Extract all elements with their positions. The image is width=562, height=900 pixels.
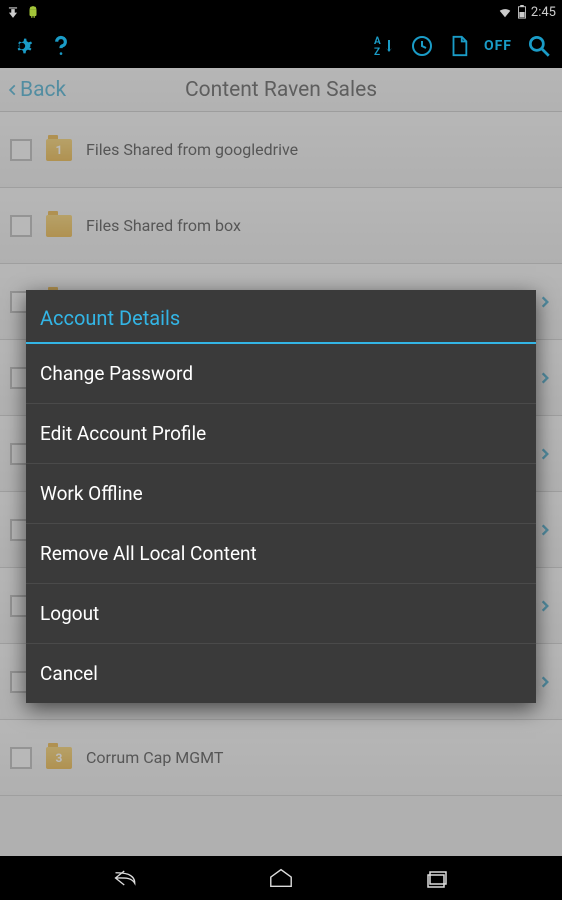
- svg-text:Z: Z: [374, 47, 380, 58]
- account-dialog: Account Details Change PasswordEdit Acco…: [26, 290, 536, 703]
- clock-icon[interactable]: [406, 30, 438, 62]
- svg-text:A: A: [374, 36, 381, 47]
- app-toolbar: AZ OFF: [0, 24, 562, 68]
- gear-icon[interactable]: [6, 29, 40, 63]
- dialog-option[interactable]: Cancel: [26, 643, 536, 703]
- nav-recent-button[interactable]: [407, 856, 467, 900]
- download-icon: [6, 5, 20, 19]
- android-nav-bar: [0, 856, 562, 900]
- off-toggle[interactable]: OFF: [480, 34, 516, 58]
- dialog-option[interactable]: Edit Account Profile: [26, 403, 536, 463]
- nav-home-button[interactable]: [251, 856, 311, 900]
- dialog-option[interactable]: Work Offline: [26, 463, 536, 523]
- sort-az-icon[interactable]: AZ: [368, 30, 400, 62]
- search-icon[interactable]: [522, 29, 556, 63]
- dialog-option[interactable]: Remove All Local Content: [26, 523, 536, 583]
- android-icon: [26, 5, 40, 19]
- dialog-title: Account Details: [26, 290, 536, 342]
- status-time: 2:45: [531, 5, 556, 20]
- file-icon[interactable]: [444, 30, 474, 62]
- dialog-option[interactable]: Change Password: [26, 344, 536, 403]
- help-icon[interactable]: [44, 29, 78, 63]
- android-status-bar: 2:45: [0, 0, 562, 24]
- content-area: Back Content Raven Sales 1Files Shared f…: [0, 68, 562, 856]
- wifi-icon: [497, 5, 513, 19]
- nav-back-button[interactable]: [96, 856, 156, 900]
- battery-icon: [517, 5, 527, 19]
- dialog-option[interactable]: Logout: [26, 583, 536, 643]
